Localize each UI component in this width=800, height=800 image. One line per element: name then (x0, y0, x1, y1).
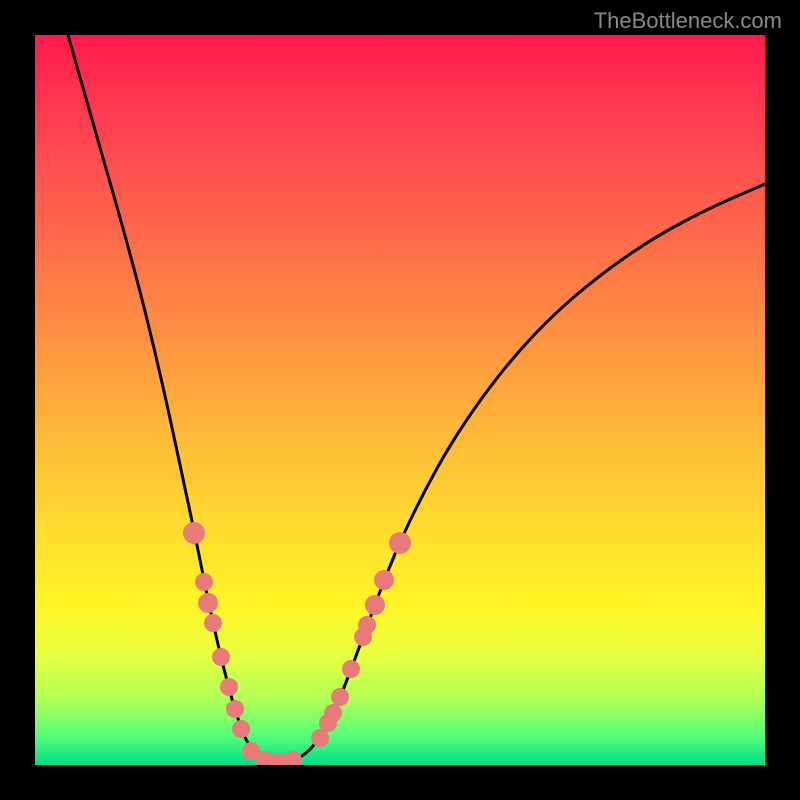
data-dot (212, 648, 230, 666)
watermark-text: TheBottleneck.com (594, 8, 782, 34)
data-dot (226, 700, 244, 718)
data-dot (389, 532, 411, 554)
bottleneck-curve (68, 35, 765, 762)
data-dot (284, 751, 302, 765)
data-dot (374, 570, 394, 590)
data-dot (198, 593, 218, 613)
data-dot (183, 522, 205, 544)
data-dot (324, 704, 342, 722)
chart-container (35, 35, 765, 765)
data-dot (342, 660, 360, 678)
data-dot (358, 616, 376, 634)
data-dot (195, 573, 213, 591)
data-dot (220, 678, 238, 696)
data-dot (204, 614, 222, 632)
data-dot (365, 595, 385, 615)
data-dot (331, 688, 349, 706)
data-dot (232, 720, 250, 738)
chart-svg (35, 35, 765, 765)
